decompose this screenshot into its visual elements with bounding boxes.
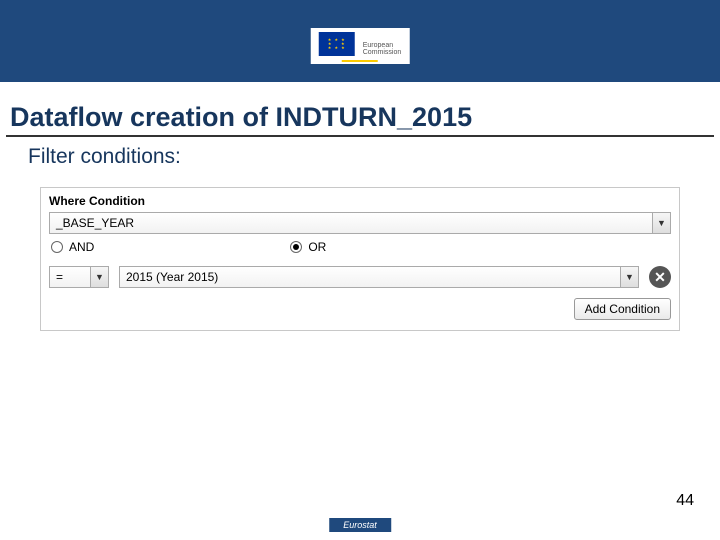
condition-row: = ▼ 2015 (Year 2015) ▼ ✕ bbox=[49, 266, 671, 288]
field-select[interactable]: _BASE_YEAR ▼ bbox=[49, 212, 671, 234]
add-row: Add Condition bbox=[49, 298, 671, 320]
footer-badge: Eurostat bbox=[329, 518, 391, 532]
where-condition-label: Where Condition bbox=[49, 194, 671, 208]
page-title: Dataflow creation of INDTURN_2015 bbox=[6, 82, 714, 137]
radio-icon bbox=[51, 241, 63, 253]
value-text: 2015 (Year 2015) bbox=[126, 270, 218, 284]
operator-value: = bbox=[56, 270, 63, 284]
and-radio[interactable]: AND bbox=[51, 240, 94, 254]
slide: ★ ★ ★★ ★★ ★ ★ European Commission Datafl… bbox=[0, 0, 720, 540]
remove-condition-button[interactable]: ✕ bbox=[649, 266, 671, 288]
eu-stars-icon: ★ ★ ★★ ★★ ★ ★ bbox=[328, 38, 346, 50]
radio-dot-icon bbox=[293, 244, 299, 250]
page-number: 44 bbox=[676, 492, 694, 510]
ec-logo-text: European Commission bbox=[363, 42, 402, 56]
radio-icon bbox=[290, 241, 302, 253]
or-radio[interactable]: OR bbox=[290, 240, 326, 254]
chevron-down-icon: ▼ bbox=[652, 213, 670, 233]
page-subtitle: Filter conditions: bbox=[0, 137, 720, 169]
logo-underline bbox=[342, 60, 378, 62]
logo-line-1: European bbox=[363, 42, 402, 49]
chevron-down-icon: ▼ bbox=[620, 267, 638, 287]
chevron-down-icon: ▼ bbox=[90, 267, 108, 287]
value-select[interactable]: 2015 (Year 2015) ▼ bbox=[119, 266, 639, 288]
logo-line-2: Commission bbox=[363, 49, 402, 56]
close-icon: ✕ bbox=[654, 269, 666, 286]
operator-select[interactable]: = ▼ bbox=[49, 266, 109, 288]
field-select-value: _BASE_YEAR bbox=[56, 216, 134, 230]
add-condition-button[interactable]: Add Condition bbox=[574, 298, 671, 320]
eu-flag-icon: ★ ★ ★★ ★★ ★ ★ bbox=[319, 32, 355, 56]
where-condition-panel: Where Condition _BASE_YEAR ▼ AND OR = ▼ … bbox=[40, 187, 680, 331]
and-label: AND bbox=[69, 240, 94, 254]
ec-logo-inner: ★ ★ ★★ ★★ ★ ★ European Commission bbox=[319, 32, 402, 56]
ec-logo: ★ ★ ★★ ★★ ★ ★ European Commission bbox=[311, 28, 410, 64]
logic-row: AND OR bbox=[51, 240, 669, 254]
or-label: OR bbox=[308, 240, 326, 254]
